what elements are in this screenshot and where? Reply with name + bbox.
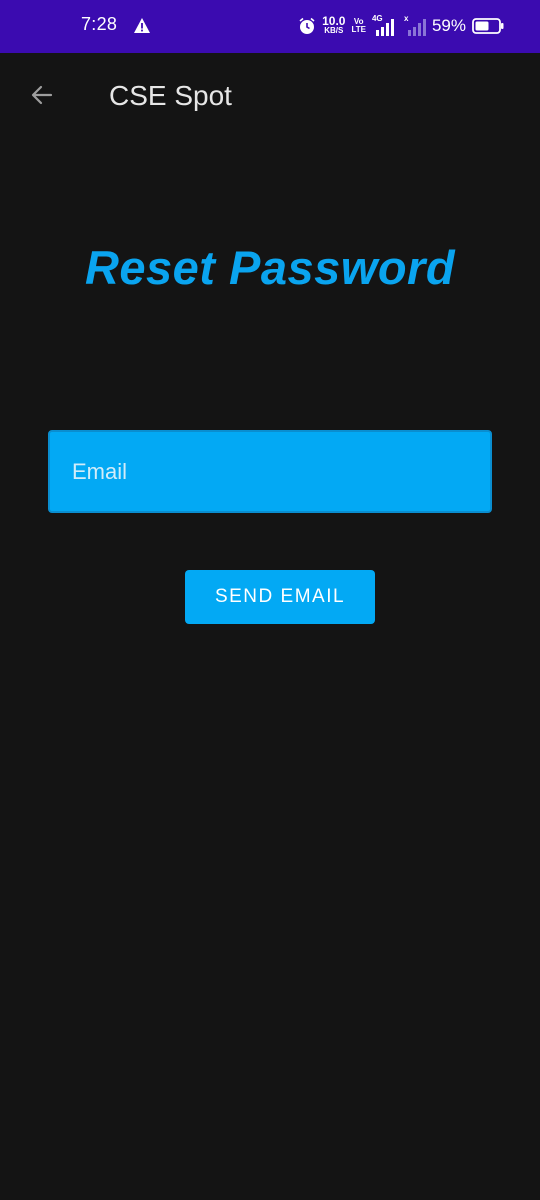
network-speed-value: 10.0 <box>322 14 346 28</box>
email-field[interactable] <box>48 430 492 513</box>
app-title: CSE Spot <box>109 80 232 111</box>
reset-password-screen: 7:28 10.0 KB/S Vo LTE 4G x 59% CSE Spot … <box>0 0 540 1200</box>
status-icons: 10.0 KB/S Vo LTE 4G x 59% <box>298 11 504 41</box>
network-speed-unit: KB/S <box>324 26 344 35</box>
volte-indicator: Vo LTE <box>351 18 366 34</box>
battery-percent: 59% <box>431 16 466 35</box>
back-button[interactable] <box>22 75 62 115</box>
sim1-signal: 4G <box>372 14 398 36</box>
page-heading: Reset Password <box>84 241 456 294</box>
arrow-left-icon <box>31 85 53 105</box>
warning-icon <box>134 18 150 33</box>
send-email-button[interactable]: SEND EMAIL <box>185 570 375 624</box>
signal-strength-icon <box>375 19 394 36</box>
alarm-clock-icon <box>299 17 315 34</box>
status-bar: 7:28 10.0 KB/S Vo LTE 4G x 59% <box>0 0 540 53</box>
status-time: 7:28 <box>81 14 118 34</box>
sim2-signal: x <box>404 14 426 36</box>
no-signal-icon <box>407 19 426 36</box>
volte-bottom: LTE <box>351 25 366 34</box>
app-bar: CSE Spot <box>0 53 540 141</box>
battery-icon <box>472 18 504 34</box>
network-speed: 10.0 KB/S <box>322 14 346 35</box>
